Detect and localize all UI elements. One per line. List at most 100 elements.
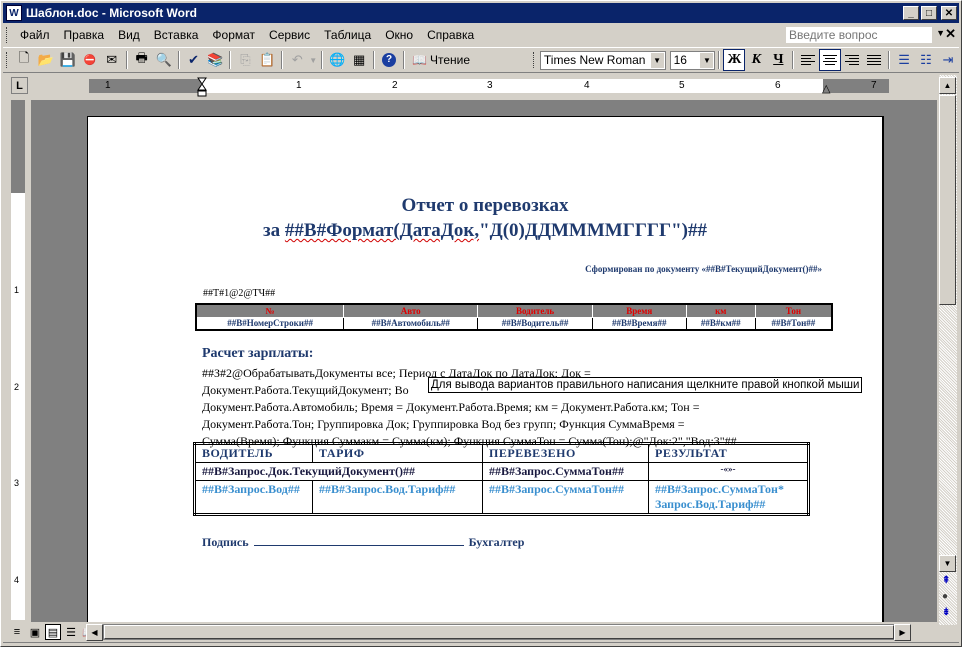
font-size-combo[interactable]: 16 ▼	[669, 50, 716, 70]
table-header: ПЕРЕВЕЗЕНО	[482, 443, 649, 463]
table-cell: ##В#Запрос.Док.ТекущийДокумент()##	[194, 462, 483, 481]
ask-question-input[interactable]	[785, 26, 933, 44]
numbered-list-icon[interactable]: ☰	[893, 49, 915, 71]
menu-help[interactable]: Справка	[420, 26, 481, 44]
toolbar-separator	[125, 51, 128, 69]
vertical-ruler[interactable]: 1 2 3 4	[11, 100, 25, 620]
size-dropdown-icon[interactable]: ▼	[700, 52, 714, 68]
formed-by-text: Сформирован по документу «##В#ТекущийДок…	[585, 264, 822, 274]
table-cell: ##В#км##	[685, 316, 756, 331]
menubar-grip[interactable]	[6, 27, 9, 43]
signature-blank	[253, 536, 464, 546]
align-center-icon[interactable]	[819, 49, 842, 71]
menu-table[interactable]: Таблица	[317, 26, 378, 44]
copy-icon[interactable]: ⎘	[234, 49, 256, 71]
help-icon[interactable]: ?	[378, 49, 400, 71]
menu-window[interactable]: Окно	[378, 26, 420, 44]
research-icon[interactable]: 📚	[205, 49, 227, 71]
subtitle-prefix: за	[263, 220, 285, 241]
table-cell: ##В#Водитель##	[477, 316, 593, 331]
sign-label: Подпись	[202, 535, 249, 549]
italic-button[interactable]: К	[745, 49, 767, 71]
print-preview-icon[interactable]: 🔍	[153, 49, 175, 71]
ask-dropdown-icon[interactable]: ▼	[936, 28, 945, 38]
insert-table-icon[interactable]: ▦	[348, 49, 370, 71]
undo-dropdown-icon[interactable]: ▼	[308, 49, 318, 71]
horizontal-ruler[interactable]: 1 1 2 3 4 5 6 7	[89, 79, 889, 93]
table-row: ##В#НомерСтроки## ##В#Автомобиль## ##В#В…	[195, 316, 833, 331]
font-dropdown-icon[interactable]: ▼	[650, 52, 664, 68]
menu-view[interactable]: Вид	[111, 26, 147, 44]
justify-icon[interactable]	[863, 49, 885, 71]
ruler-text-area	[201, 79, 823, 93]
formatting-toolbar-grip[interactable]	[532, 52, 536, 68]
menu-format[interactable]: Формат	[205, 26, 262, 44]
print-layout-view-icon[interactable]: ▤	[45, 624, 61, 640]
toolbar-separator	[888, 51, 891, 69]
spelling-icon[interactable]: ✔	[183, 49, 205, 71]
ruler-number: 6	[775, 80, 781, 91]
toolbar-separator	[373, 51, 376, 69]
vertical-scroll-thumb[interactable]	[939, 95, 956, 305]
scroll-up-icon[interactable]: ▲	[939, 77, 956, 94]
bulleted-list-icon[interactable]: ☷	[915, 49, 937, 71]
permission-icon[interactable]: ⛔	[79, 49, 101, 71]
spelling-tooltip: Для вывода вариантов правильного написан…	[428, 377, 863, 393]
font-size-value: 16	[673, 53, 687, 67]
select-browse-object-icon[interactable]: ●	[942, 591, 948, 602]
query-line: Документ.Работа.Тон; Группировка Док; Гр…	[202, 417, 685, 431]
vertical-scrollbar[interactable]: ▲ ▼ ⇞ ● ⇟	[939, 75, 957, 625]
align-left-icon[interactable]	[797, 49, 819, 71]
undo-icon[interactable]: ↶	[286, 49, 308, 71]
maximize-button[interactable]: □	[921, 6, 937, 20]
table-cell: ##В#Запрос.Вод.Тариф##	[312, 480, 483, 515]
ruler-number: 2	[392, 80, 398, 91]
table-header: Авто	[343, 303, 479, 318]
left-indent-marker[interactable]	[197, 77, 207, 97]
align-right-icon[interactable]	[841, 49, 863, 71]
menu-insert[interactable]: Вставка	[147, 26, 206, 44]
table-header: №	[195, 303, 345, 318]
new-document-icon[interactable]: 🗋	[13, 49, 35, 71]
read-mode-button[interactable]: 📖 Чтение	[408, 49, 474, 71]
font-name-value: Times New Roman	[543, 53, 646, 67]
close-button[interactable]: ✕	[941, 6, 957, 20]
menu-edit[interactable]: Правка	[57, 26, 112, 44]
scroll-down-icon[interactable]: ▼	[939, 555, 956, 572]
table-marker: ##Т#1@2@ТЧ##	[203, 288, 276, 299]
query-line: Документ.Работа.Автомобиль; Время = Доку…	[202, 400, 700, 414]
menu-file[interactable]: Файл	[13, 26, 57, 44]
previous-page-icon[interactable]: ⇞	[942, 575, 950, 586]
open-folder-icon[interactable]: 📂	[35, 49, 57, 71]
vruler-number: 4	[14, 575, 20, 585]
font-name-combo[interactable]: Times New Roman ▼	[539, 50, 666, 70]
hyperlink-icon[interactable]: 🌐	[326, 49, 348, 71]
save-icon[interactable]: 💾	[57, 49, 79, 71]
web-layout-view-icon[interactable]: ▣	[27, 624, 43, 640]
minimize-button[interactable]: _	[903, 6, 919, 20]
word-app-icon[interactable]: W	[6, 5, 22, 21]
bold-button[interactable]: Ж	[723, 49, 746, 71]
right-indent-marker[interactable]: △	[822, 82, 830, 95]
outline-view-icon[interactable]: ☰	[63, 624, 79, 640]
scroll-left-icon[interactable]: ◀	[86, 624, 103, 641]
email-icon[interactable]: ✉	[101, 49, 123, 71]
menu-tools[interactable]: Сервис	[262, 26, 317, 44]
toolbar-separator	[177, 51, 180, 69]
table-cell: ##В#Время##	[591, 316, 687, 331]
table-header: Тон	[754, 303, 833, 318]
toolbar-grip[interactable]	[6, 52, 9, 68]
horizontal-scroll-thumb[interactable]	[104, 625, 894, 639]
underline-button[interactable]: Ч	[767, 49, 789, 71]
document-close-button[interactable]: ✕	[945, 26, 956, 42]
status-bar	[3, 642, 959, 647]
paste-icon[interactable]: 📋	[256, 49, 278, 71]
increase-indent-icon[interactable]: ⇥	[937, 49, 959, 71]
tab-selector-button[interactable]: L	[11, 77, 28, 94]
horizontal-scrollbar[interactable]: ◀ ▶	[86, 624, 911, 641]
normal-view-icon[interactable]: ≡	[9, 624, 25, 640]
scroll-right-icon[interactable]: ▶	[894, 624, 911, 641]
next-page-icon[interactable]: ⇟	[942, 607, 950, 618]
print-icon[interactable]: 🖶	[131, 49, 153, 71]
document-page[interactable]: Отчет о перевозках за ##В#Формат(ДатаДок…	[87, 116, 884, 622]
